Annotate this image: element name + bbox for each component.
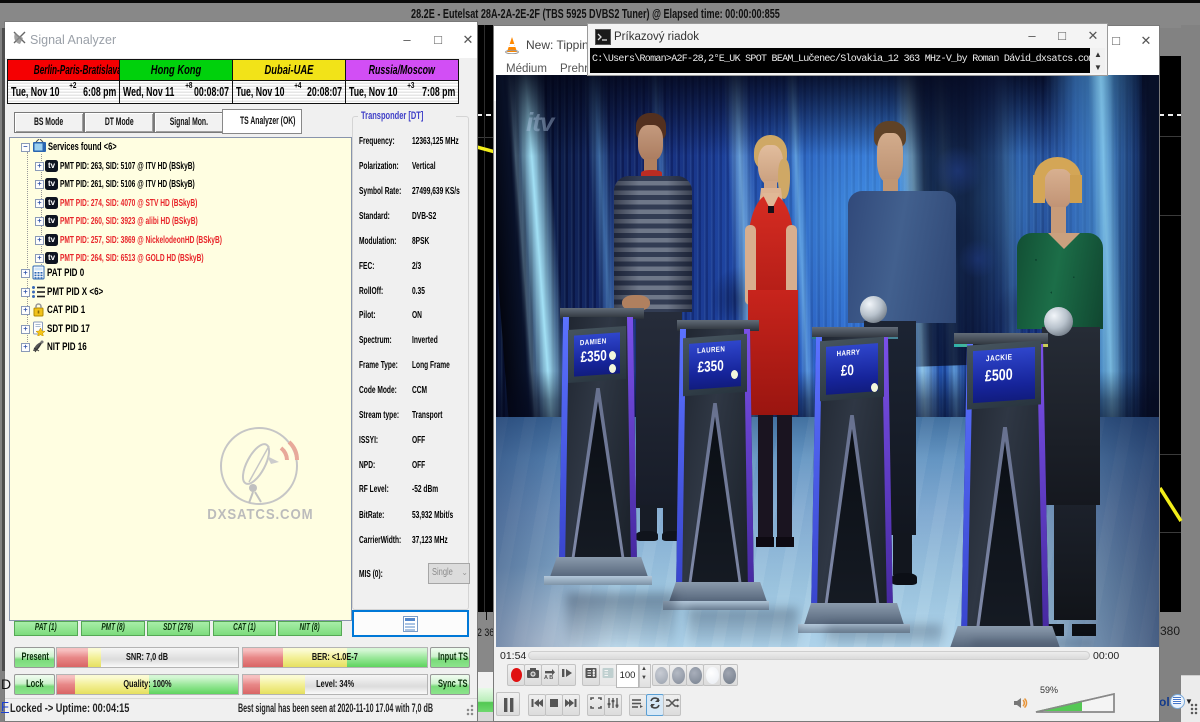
svg-text:A B: A B bbox=[544, 675, 553, 681]
